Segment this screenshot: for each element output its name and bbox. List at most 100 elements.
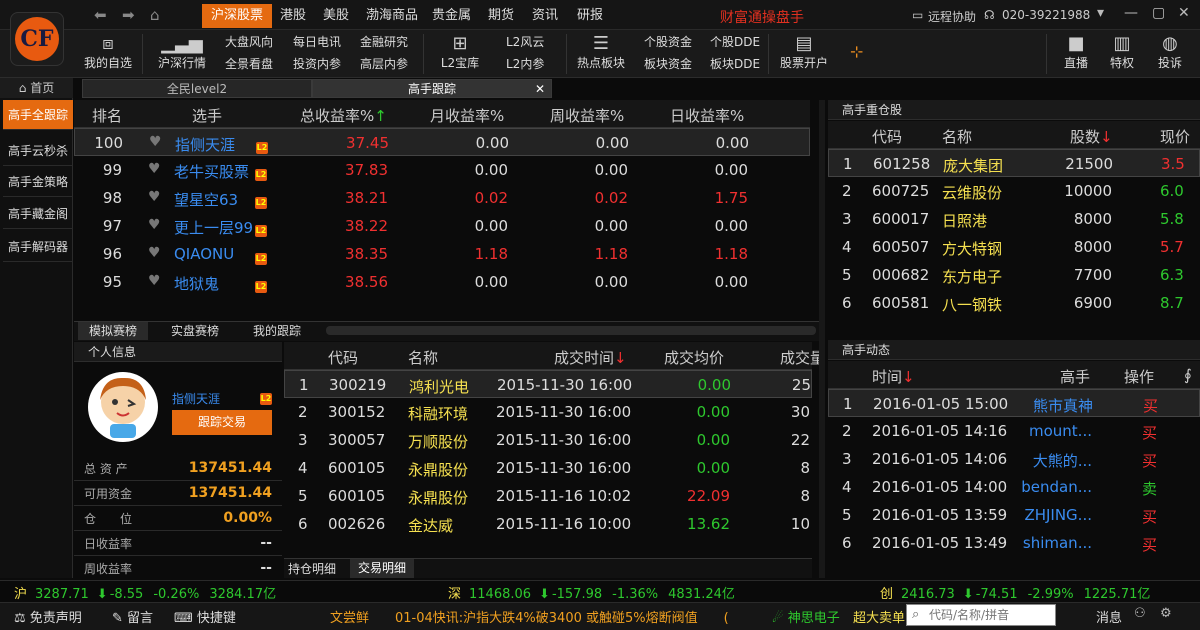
sidebar-item-full-track[interactable]: 高手全跟踪	[3, 100, 73, 130]
trade-row[interactable]: 4 600105 永鼎股份 2015-11-30 16:00 0.00 8	[284, 454, 812, 482]
live-button[interactable]: ■ 直播	[1058, 34, 1094, 71]
tab-news[interactable]: 资讯	[523, 4, 567, 28]
col-dyn-expert[interactable]: 高手	[1060, 366, 1090, 387]
col-heavy-code[interactable]: 代码	[872, 126, 902, 147]
hot-stock-alert[interactable]: ☄ 神思电子	[772, 607, 840, 626]
player-name[interactable]: 地狱鬼	[174, 273, 219, 294]
link-sector-dde[interactable]: 板块DDE	[710, 55, 760, 72]
close-icon[interactable]: ✕	[1178, 5, 1190, 21]
link-senior-ref[interactable]: 高层内参	[360, 55, 408, 72]
panel-splitter[interactable]	[819, 100, 825, 578]
heavy-row[interactable]: 5 000682 东方电子 7700 6.3	[828, 261, 1200, 289]
trade-row[interactable]: 2 300152 科融环境 2015-11-30 16:00 0.00 30	[284, 398, 812, 426]
col-heavy-shares[interactable]: 股数↓	[1070, 126, 1113, 147]
ranking-row[interactable]: 95 ♥ 地狱鬼 L2 38.56 0.00 0.00 0.00	[74, 268, 810, 296]
dynamics-row[interactable]: 6 2016-01-05 13:49 shiman... 买	[828, 529, 1200, 557]
heavy-row[interactable]: 4 600507 方大特钢 8000 5.7	[828, 233, 1200, 261]
news-button[interactable]: 消息	[1096, 607, 1122, 626]
dyn-expert[interactable]: shiman...	[998, 534, 1092, 552]
col-rank[interactable]: 排名	[92, 105, 122, 126]
dynamics-row[interactable]: 5 2016-01-05 13:59 ZHJING... 买	[828, 501, 1200, 529]
player-name[interactable]: 老牛买股票	[174, 161, 249, 182]
tab-precious-metals[interactable]: 贵金属	[423, 4, 480, 28]
tab-holdings[interactable]: 持仓明细	[288, 560, 336, 577]
trade-row[interactable]: 5 600105 永鼎股份 2015-11-16 10:02 22.09 8	[284, 482, 812, 510]
link-investment-ref[interactable]: 投资内参	[293, 55, 341, 72]
dyn-expert[interactable]: ZHJING...	[998, 506, 1092, 524]
home-icon[interactable]: ⌂	[150, 6, 160, 24]
open-account-button[interactable]: ▤ 股票开户	[776, 34, 832, 71]
player-name[interactable]: QIAONU	[174, 245, 234, 263]
tab-my-track[interactable]: 我的跟踪	[242, 322, 312, 340]
link-l2-storm[interactable]: L2风云	[506, 33, 544, 50]
index-cy[interactable]: 创 2416.73 ⬇ -74.51 -2.99% 1225.71亿	[880, 583, 1150, 602]
follow-heart-icon[interactable]: ♥	[148, 217, 161, 233]
complaint-button[interactable]: ◍ 投诉	[1152, 34, 1188, 71]
dyn-expert[interactable]: 熊市真神	[999, 395, 1093, 416]
link-sector-funds[interactable]: 板块资金	[644, 55, 692, 72]
message-button[interactable]: ✎ 留言	[112, 607, 153, 626]
l2-treasure-button[interactable]: ⊞ L2宝库	[434, 34, 486, 71]
dyn-expert[interactable]: 大熊的...	[998, 450, 1092, 471]
back-icon[interactable]: ⬅	[94, 6, 107, 24]
dynamics-row[interactable]: 2 2016-01-05 14:16 mount... 买	[828, 417, 1200, 445]
link-daily-telegram[interactable]: 每日电讯	[293, 33, 341, 50]
maximize-icon[interactable]: ▢	[1152, 5, 1165, 21]
follow-heart-icon[interactable]: ♥	[148, 189, 161, 205]
dyn-expert[interactable]: mount...	[998, 422, 1092, 440]
sidebar-item-gold-strategy[interactable]: 高手金策略	[3, 167, 73, 197]
col-name[interactable]: 名称	[408, 347, 438, 368]
link-l2-ref[interactable]: L2内参	[506, 55, 544, 72]
player-name[interactable]: 望星空63	[174, 189, 238, 210]
sidebar-item-cloud-kill[interactable]: 高手云秒杀	[3, 136, 73, 166]
dynamics-row[interactable]: 1 2016-01-05 15:00 熊市真神 买	[828, 389, 1200, 417]
follow-heart-icon[interactable]: ♥	[148, 273, 161, 289]
dynamics-row[interactable]: 3 2016-01-05 14:06 大熊的... 买	[828, 445, 1200, 473]
index-sh[interactable]: 沪 3287.71 ⬇ -8.55 -0.26% 3284.17亿	[14, 583, 276, 602]
add-widget-icon[interactable]: ⊹	[850, 42, 863, 61]
shortcut-button[interactable]: ⌨ 快捷键	[174, 607, 236, 626]
tab-expert-track[interactable]: 高手跟踪 ✕	[312, 79, 552, 98]
follow-heart-icon[interactable]: ♥	[148, 245, 161, 261]
tab-hk-stocks[interactable]: 港股	[271, 4, 315, 28]
col-total-return[interactable]: 总收益率%↑	[300, 105, 387, 126]
col-heavy-name[interactable]: 名称	[942, 126, 972, 147]
follow-heart-icon[interactable]: ♥	[148, 161, 161, 177]
ranking-row[interactable]: 99 ♥ 老牛买股票 L2 37.83 0.00 0.00 0.00	[74, 156, 810, 184]
col-player[interactable]: 选手	[192, 105, 222, 126]
col-trade-time[interactable]: 成交时间↓	[554, 347, 627, 368]
tab-us-stocks[interactable]: 美股	[314, 4, 358, 28]
sidebar-item-decoder[interactable]: 高手解码器	[3, 232, 73, 262]
dynamics-row[interactable]: 4 2016-01-05 14:00 bendan... 卖	[828, 473, 1200, 501]
player-name[interactable]: 指侧天涯	[175, 134, 235, 155]
dyn-expert[interactable]: bendan...	[998, 478, 1092, 496]
tools-icon[interactable]: ⚙	[1160, 606, 1172, 621]
privilege-button[interactable]: ▥ 特权	[1104, 34, 1140, 71]
col-code[interactable]: 代码	[328, 347, 358, 368]
ranking-row[interactable]: 97 ♥ 更上一层99 L2 38.22 0.00 0.00 0.00	[74, 212, 810, 240]
index-sz[interactable]: 深 11468.06 ⬇ -157.98 -1.36% 4831.24亿	[448, 583, 735, 602]
col-dyn-extra[interactable]: ∮	[1184, 366, 1192, 384]
tab-sh-sz-stocks[interactable]: 沪深股票	[202, 4, 273, 28]
big-sell-alert[interactable]: 超大卖单	[853, 607, 905, 626]
tab-futures[interactable]: 期货	[479, 4, 523, 28]
tab-sim-rank[interactable]: 模拟赛榜	[78, 322, 148, 340]
heavy-row[interactable]: 6 600581 八一钢铁 6900 8.7	[828, 289, 1200, 317]
disclaimer-button[interactable]: ⚖ 免责声明	[14, 607, 82, 626]
link-stock-dde[interactable]: 个股DDE	[710, 33, 760, 50]
news-ticker[interactable]: 文尝鲜 01-04快讯:沪指大跌4%破3400 或触碰5%熔断阀值 (	[330, 607, 750, 626]
trade-row[interactable]: 6 002626 金达威 2015-11-16 10:00 13.62 10	[284, 510, 812, 538]
forward-icon[interactable]: ➡	[122, 6, 135, 24]
hot-sector-button[interactable]: ☰ 热点板块	[574, 34, 628, 71]
minimize-icon[interactable]: —	[1124, 5, 1138, 21]
heavy-row[interactable]: 3 600017 日照港 8000 5.8	[828, 205, 1200, 233]
sh-sz-quotes-button[interactable]: ▁▃▅ 沪深行情	[154, 34, 210, 71]
remote-assist-link[interactable]: 远程协助	[928, 8, 976, 25]
dropdown-icon[interactable]: ▾	[1097, 5, 1104, 21]
col-dyn-time[interactable]: 时间↓	[872, 366, 915, 387]
sidebar-item-gold-pavilion[interactable]: 高手藏金阁	[3, 199, 73, 229]
tab-real-rank[interactable]: 实盘赛榜	[160, 322, 230, 340]
link-panorama[interactable]: 全景看盘	[225, 55, 273, 72]
col-heavy-price[interactable]: 现价	[1160, 126, 1190, 147]
ranking-row[interactable]: 98 ♥ 望星空63 L2 38.21 0.02 0.02 1.75	[74, 184, 810, 212]
